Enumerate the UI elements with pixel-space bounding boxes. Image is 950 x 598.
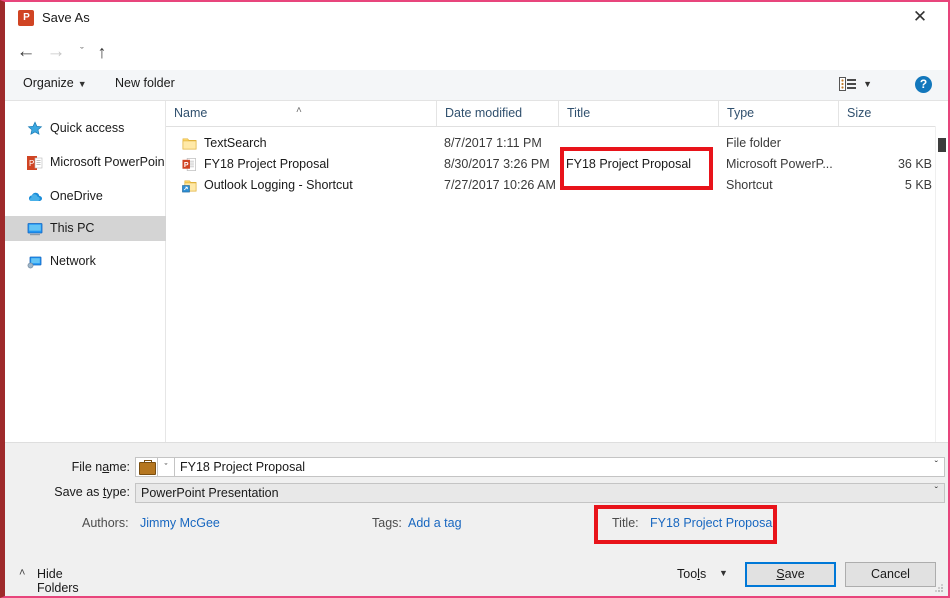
column-header-row: Name ˄ Date modified Title Type Size <box>166 101 948 127</box>
shortcut-icon <box>182 178 197 193</box>
dialog-button-bar: ˄ Hide Folders Tools ▼ Save Cancel <box>5 557 948 596</box>
table-row[interactable]: Outlook Logging - Shortcut 7/27/2017 10:… <box>166 175 948 196</box>
chevron-down-icon[interactable]: ˇ <box>71 41 93 63</box>
column-header-type[interactable]: Type <box>718 101 838 126</box>
close-icon[interactable]: ✕ <box>900 4 940 30</box>
filename-history-dropdown[interactable]: ˇ <box>157 457 175 477</box>
hide-folders-label: Hide Folders <box>37 567 79 595</box>
chevron-down-icon: ▼ <box>78 79 87 89</box>
file-list-scrollbar[interactable] <box>935 126 948 442</box>
sidebar-item-network[interactable]: Network <box>5 249 187 274</box>
navigation-sidebar: Quick access P Microsoft PowerPoin OneDr… <box>5 101 166 442</box>
file-date-modified: 8/30/2017 3:26 PM <box>444 154 550 175</box>
title-bar: P Save As ✕ <box>5 2 948 32</box>
sidebar-item-label: OneDrive <box>50 184 103 209</box>
svg-text:P: P <box>29 159 34 168</box>
file-type: File folder <box>726 133 781 154</box>
chevron-up-icon: ˄ <box>19 567 25 579</box>
table-row[interactable]: TextSearch 8/7/2017 1:11 PM File folder <box>166 133 948 154</box>
save-button[interactable]: Save <box>745 562 836 587</box>
chevron-down-icon: ▼ <box>863 79 872 89</box>
column-header-title[interactable]: Title <box>558 101 718 126</box>
file-name: Outlook Logging - Shortcut <box>204 175 353 196</box>
authors-label: Authors: <box>82 516 129 530</box>
file-name-label: File name: <box>45 460 130 474</box>
file-date-modified: 7/27/2017 10:26 AM <box>444 175 556 196</box>
view-options-button[interactable]: ▼ <box>839 76 872 91</box>
sidebar-item-onedrive[interactable]: OneDrive <box>5 184 187 209</box>
title-label: Title: <box>612 516 639 530</box>
sidebar-item-label: Quick access <box>50 116 124 141</box>
tools-button[interactable]: Tools ▼ <box>677 567 706 581</box>
file-name: TextSearch <box>204 133 267 154</box>
save-as-type-label: Save as type: <box>33 485 130 499</box>
tools-label: Tools <box>677 567 706 581</box>
save-as-dialog: P Save As ✕ ← → ˇ ↑ › This PC › Windows … <box>0 0 950 598</box>
page-title: Save As <box>42 10 90 25</box>
sidebar-item-this-pc[interactable]: This PC <box>5 216 187 241</box>
up-arrow-icon[interactable]: ↑ <box>91 41 113 63</box>
file-type: Microsoft PowerP... <box>726 154 833 175</box>
file-type: Shortcut <box>726 175 773 196</box>
resize-grip-icon[interactable] <box>934 583 944 593</box>
sidebar-item-label: Microsoft PowerPoin <box>50 150 165 175</box>
save-as-type-select[interactable]: PowerPoint Presentation <box>135 483 945 503</box>
file-name-input[interactable] <box>175 457 945 477</box>
cloud-icon <box>27 189 43 205</box>
star-icon <box>27 121 43 137</box>
chevron-down-icon: ▼ <box>719 568 728 578</box>
organize-label: Organize <box>23 76 74 90</box>
tags-label: Tags: <box>372 516 402 530</box>
authors-value[interactable]: Jimmy McGee <box>140 516 220 530</box>
file-size: 36 KB <box>866 154 932 175</box>
view-layout-icon <box>839 77 857 91</box>
forward-arrow-icon[interactable]: → <box>45 41 67 63</box>
file-size <box>866 133 932 154</box>
scrollbar-thumb[interactable] <box>938 138 946 152</box>
sidebar-item-label: This PC <box>50 216 94 241</box>
file-size: 5 KB <box>866 175 932 196</box>
powerpoint-icon: P <box>18 10 34 26</box>
column-header-date-modified[interactable]: Date modified <box>436 101 566 126</box>
briefcase-icon[interactable] <box>135 457 157 477</box>
save-form: File name: ˇ ˇ Save as type: PowerPoint … <box>5 442 948 558</box>
column-label: Name <box>174 106 207 120</box>
help-button[interactable]: ? <box>915 76 932 93</box>
back-arrow-icon[interactable]: ← <box>15 41 37 63</box>
sidebar-item-quick-access[interactable]: Quick access <box>5 116 187 141</box>
network-icon <box>27 254 43 270</box>
file-date-modified: 8/7/2017 1:11 PM <box>444 133 542 154</box>
organize-button[interactable]: Organize ▼ <box>23 76 87 90</box>
new-folder-button[interactable]: New folder <box>115 76 175 90</box>
command-toolbar: Organize ▼ New folder ▼ ? <box>5 70 948 101</box>
file-name: FY18 Project Proposal <box>204 154 329 175</box>
column-header-name[interactable]: Name ˄ <box>166 101 444 126</box>
cancel-button[interactable]: Cancel <box>845 562 936 587</box>
tags-value[interactable]: Add a tag <box>408 516 462 530</box>
title-value[interactable]: FY18 Project Proposal <box>650 516 775 530</box>
folder-icon <box>182 136 197 151</box>
svg-text:P: P <box>184 162 189 169</box>
file-list: Name ˄ Date modified Title Type Size Tex… <box>166 101 948 442</box>
file-title: FY18 Project Proposal <box>566 154 691 175</box>
powerpoint-file-icon: P <box>182 157 197 172</box>
sidebar-item-microsoft-powerpoint[interactable]: P Microsoft PowerPoin <box>5 150 187 175</box>
navigation-bar: ← → ˇ ↑ › This PC › Windows (C:) › Users… <box>5 36 948 68</box>
powerpoint-icon: P <box>27 155 43 171</box>
table-row[interactable]: P FY18 Project Proposal 8/30/2017 3:26 P… <box>166 154 948 175</box>
sort-ascending-icon: ˄ <box>296 98 302 123</box>
sidebar-item-label: Network <box>50 249 96 274</box>
column-header-size[interactable]: Size <box>838 101 936 126</box>
monitor-icon <box>27 221 43 237</box>
